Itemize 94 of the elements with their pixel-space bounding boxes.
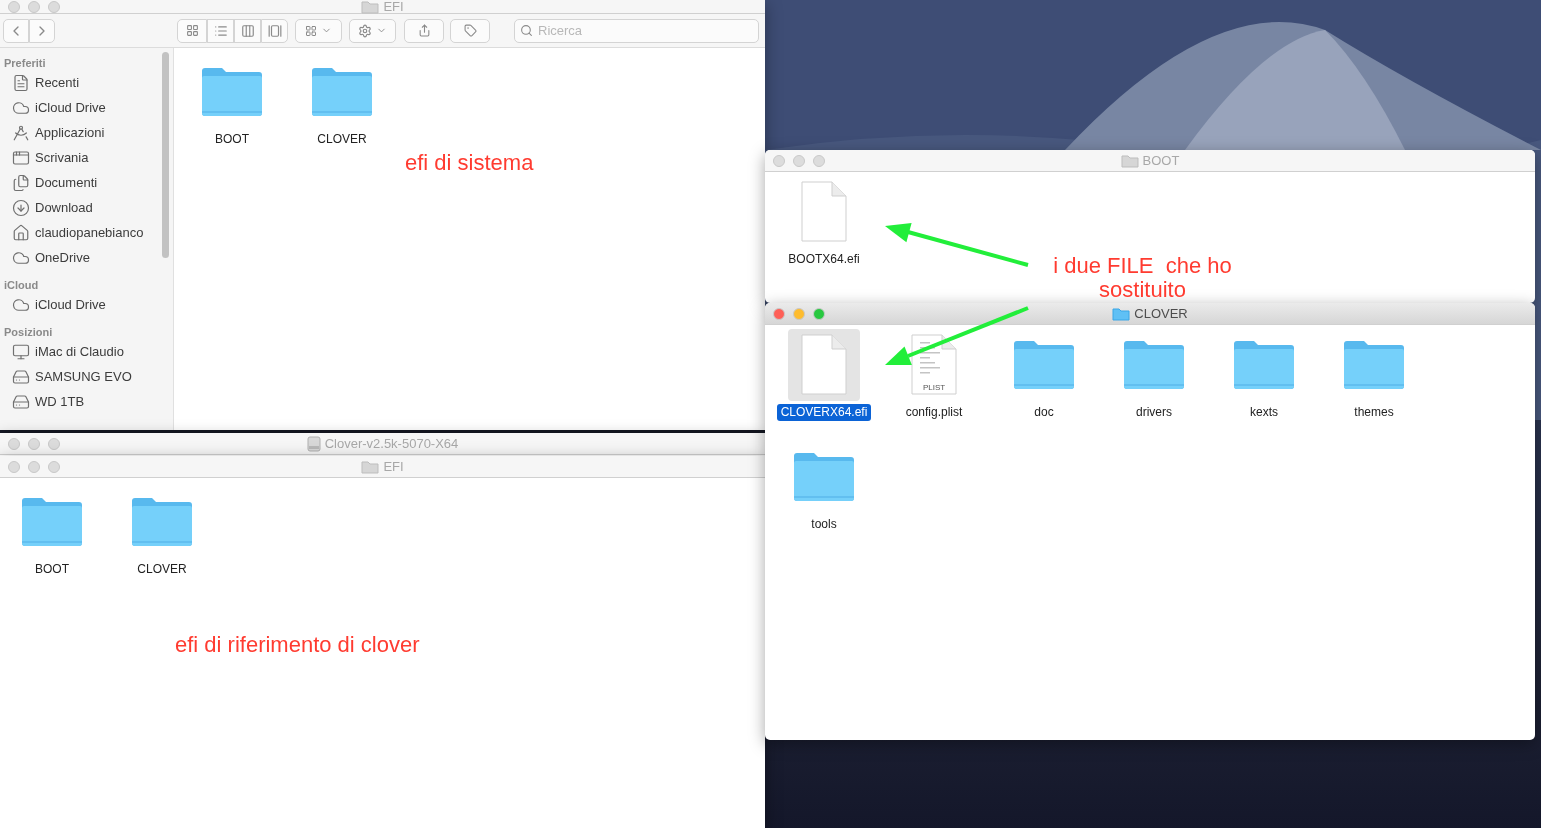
action-button[interactable] xyxy=(349,18,396,43)
minimize-button[interactable] xyxy=(28,0,40,13)
close-button[interactable] xyxy=(773,307,785,320)
gallery-view-button[interactable] xyxy=(261,18,288,43)
file-name: CLOVER xyxy=(136,561,188,578)
home-icon xyxy=(12,223,30,242)
sidebar-item[interactable]: SAMSUNG EVO xyxy=(0,364,173,389)
sidebar-heading: Posizioni xyxy=(3,325,54,339)
sidebar-item[interactable]: Recenti xyxy=(0,70,173,95)
window-title: CLOVER xyxy=(1134,307,1188,320)
recents-icon xyxy=(12,73,30,92)
sidebar-item[interactable]: OneDrive xyxy=(0,245,173,270)
folder-icon xyxy=(1112,306,1131,321)
column-view-button[interactable] xyxy=(234,18,261,43)
close-button[interactable] xyxy=(8,0,20,13)
zoom-button[interactable] xyxy=(48,460,60,473)
annotation-text: efi di sistema xyxy=(405,149,534,177)
file-name: BOOTX64.efi xyxy=(787,251,861,268)
folder-icon xyxy=(1120,153,1139,168)
file-item[interactable]: PLIST xyxy=(898,329,970,401)
search-icon xyxy=(520,23,533,37)
file-item[interactable] xyxy=(788,329,860,401)
file-name: CLOVERX64.efi xyxy=(776,404,872,421)
sidebar-item[interactable]: WD 1TB xyxy=(0,389,173,414)
folder-icon xyxy=(1343,340,1405,390)
close-button[interactable] xyxy=(8,460,20,473)
close-button[interactable] xyxy=(773,154,785,167)
close-button[interactable] xyxy=(8,437,20,450)
window-title: EFI xyxy=(383,0,404,13)
sidebar-item[interactable]: iCloud Drive xyxy=(0,95,173,120)
file-name: themes xyxy=(1353,404,1395,421)
zoom-button[interactable] xyxy=(813,154,825,167)
sidebar-heading: iCloud xyxy=(3,278,40,292)
tag-icon xyxy=(463,24,477,37)
grid-icon xyxy=(305,24,317,37)
sidebar-item[interactable]: Download xyxy=(0,195,173,220)
file-name: kexts xyxy=(1249,404,1279,421)
forward-button[interactable] xyxy=(29,18,55,43)
folder-icon xyxy=(361,459,380,474)
folder-icon xyxy=(201,67,263,117)
file-name: BOOT xyxy=(214,131,250,148)
share-button[interactable] xyxy=(404,18,444,43)
minimize-button[interactable] xyxy=(28,437,40,450)
folder-icon xyxy=(1123,340,1185,390)
folder-icon xyxy=(793,452,855,502)
sidebar-item[interactable]: claudiopanebianco xyxy=(0,220,173,245)
back-button[interactable] xyxy=(3,18,29,43)
window-title: BOOT xyxy=(1142,154,1180,167)
apps-icon xyxy=(12,123,30,142)
group-button[interactable] xyxy=(295,18,342,43)
window-title: EFI xyxy=(383,460,404,473)
sidebar-item[interactable]: Documenti xyxy=(0,170,173,195)
search-field[interactable]: Ricerca xyxy=(514,18,759,43)
annotation-text: efi di riferimento di clover xyxy=(175,631,420,659)
zoom-button[interactable] xyxy=(48,437,60,450)
minimize-button[interactable] xyxy=(28,460,40,473)
file-name: tools xyxy=(810,516,838,533)
folder-icon xyxy=(21,497,83,547)
file-name: CLOVER xyxy=(316,131,368,148)
file-name: doc xyxy=(1033,404,1055,421)
computer-icon xyxy=(12,342,30,361)
file-name: BOOT xyxy=(34,561,70,578)
folder-icon xyxy=(1013,340,1075,390)
window-title: Clover-v2.5k-5070-X64 xyxy=(324,437,459,450)
file-name: drivers xyxy=(1135,404,1173,421)
file-name: config.plist xyxy=(904,404,964,421)
list-icon xyxy=(213,23,228,38)
folder-icon xyxy=(131,497,193,547)
tag-button[interactable] xyxy=(450,18,490,43)
sidebar-heading: Preferiti xyxy=(3,56,47,70)
document-icon xyxy=(800,334,848,396)
columns-icon xyxy=(240,23,255,38)
annotation-text: i due FILE che ho sostituito xyxy=(1052,254,1233,302)
gallery-icon xyxy=(267,23,282,38)
document-icon xyxy=(800,181,848,243)
grid-icon xyxy=(185,24,199,37)
download-icon xyxy=(12,198,30,217)
documents-icon xyxy=(12,173,30,192)
list-view-button[interactable] xyxy=(207,18,234,43)
icon-view-button[interactable] xyxy=(177,18,207,43)
minimize-button[interactable] xyxy=(793,307,805,320)
zoom-button[interactable] xyxy=(813,307,825,320)
minimize-button[interactable] xyxy=(793,154,805,167)
share-icon xyxy=(417,24,431,37)
desktop-icon xyxy=(12,148,30,167)
plist-file-icon: PLIST xyxy=(910,334,958,396)
sidebar-item[interactable]: iMac di Claudio xyxy=(0,339,173,364)
zoom-button[interactable] xyxy=(48,0,60,13)
sidebar-item[interactable]: Applicazioni xyxy=(0,120,173,145)
sidebar-item[interactable]: iCloud Drive xyxy=(0,292,173,317)
sidebar-item[interactable]: Scrivania xyxy=(0,145,173,170)
folder-icon xyxy=(1233,340,1295,390)
settings-icon xyxy=(358,23,372,38)
folder-icon xyxy=(311,67,373,117)
